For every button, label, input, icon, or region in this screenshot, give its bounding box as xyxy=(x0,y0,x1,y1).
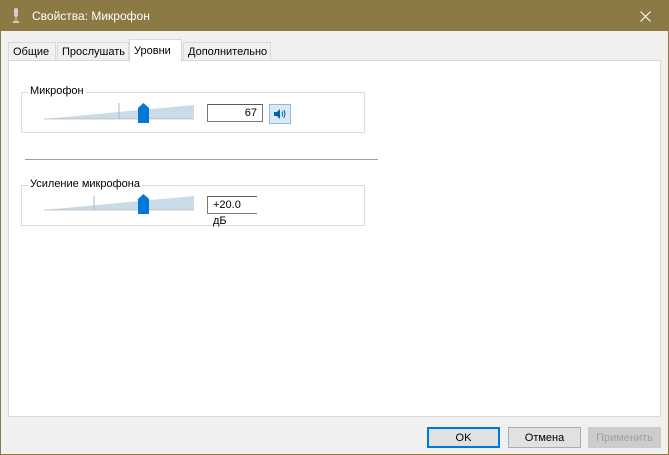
microphone-boost-group: Усиление микрофона +20.0 дБ xyxy=(21,178,365,227)
microphone-slider-thumb[interactable] xyxy=(138,103,149,123)
tab-general[interactable]: Общие xyxy=(8,42,56,62)
apply-button[interactable]: Применить xyxy=(588,427,661,448)
window-title: Свойства: Микрофон xyxy=(32,9,150,23)
microphone-group: Микрофон 67 xyxy=(21,85,365,133)
tab-levels[interactable]: Уровни xyxy=(129,39,182,62)
title-bar[interactable]: Свойства: Микрофон xyxy=(1,1,668,31)
microphone-boost-slider[interactable] xyxy=(44,194,194,216)
close-button[interactable] xyxy=(622,1,668,31)
ok-button[interactable]: OK xyxy=(427,427,500,448)
speaker-icon xyxy=(274,109,286,119)
properties-window: Свойства: Микрофон Общие Прослушать Уров… xyxy=(0,0,669,455)
group-separator xyxy=(25,159,378,160)
boost-slider-track xyxy=(44,196,194,211)
mute-toggle-button[interactable] xyxy=(269,104,291,124)
tab-listen[interactable]: Прослушать xyxy=(57,42,129,62)
cancel-button[interactable]: Отмена xyxy=(508,427,581,448)
slider-track xyxy=(44,103,194,120)
tab-advanced[interactable]: Дополнительно xyxy=(183,42,271,62)
microphone-icon xyxy=(13,8,19,23)
levels-panel: Микрофон 67 Усиление микрофона +20.0 дБ xyxy=(8,60,661,417)
microphone-level-slider[interactable] xyxy=(44,103,194,125)
microphone-boost-value: +20.0 дБ xyxy=(207,196,257,227)
boost-slider-thumb[interactable] xyxy=(138,194,149,214)
microphone-level-value[interactable]: 67 xyxy=(207,104,263,122)
close-icon xyxy=(639,10,651,22)
microphone-group-label: Микрофон xyxy=(28,85,86,97)
microphone-boost-label: Усиление микрофона xyxy=(28,178,142,190)
